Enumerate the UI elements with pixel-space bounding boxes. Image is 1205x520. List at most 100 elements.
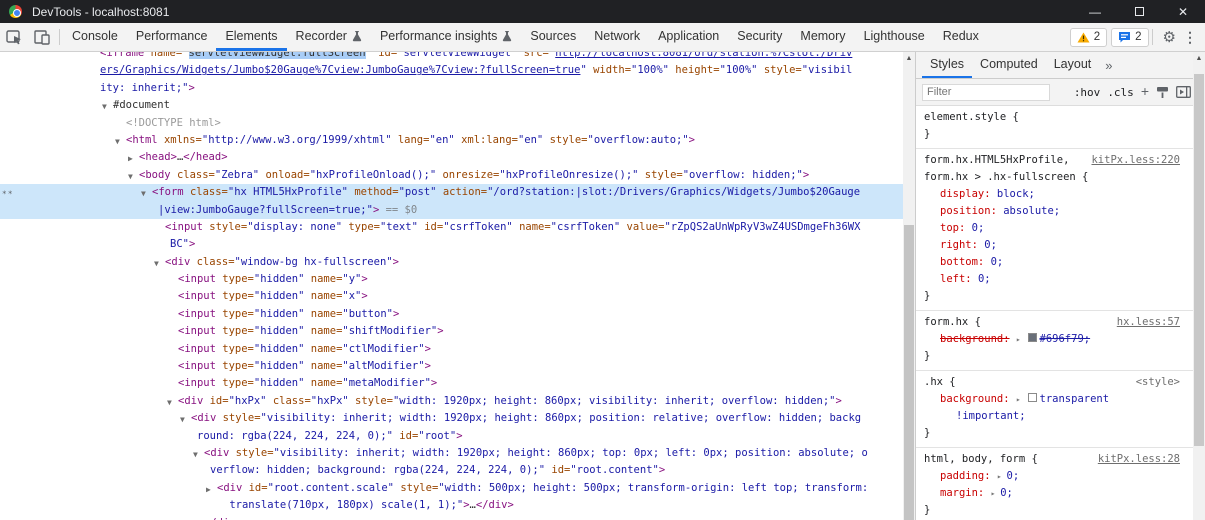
dom-scrollbar-thumb[interactable] (904, 225, 914, 520)
styles-scrollbar-thumb[interactable] (1194, 74, 1204, 446)
rule-source-link[interactable]: hx.less:57 (1117, 314, 1180, 331)
tab-layout[interactable]: Layout (1046, 52, 1100, 78)
expand-value-arrow-icon[interactable]: ▸ (997, 472, 1007, 481)
rule-selector-row[interactable]: element.style { (924, 109, 1180, 126)
tab-network[interactable]: Network (585, 23, 649, 51)
dom-line[interactable]: ▼<div style="visibility: inherit; width:… (0, 410, 903, 427)
dom-line[interactable]: <input type="hidden" name="x"> (0, 288, 903, 305)
expand-arrow-icon[interactable]: ▶ (128, 150, 133, 167)
collapse-arrow-icon[interactable]: ▼ (180, 411, 185, 428)
dom-line[interactable]: verflow: hidden; background: rgba(224, 2… (0, 462, 903, 479)
css-property[interactable]: top: 0; (924, 220, 1180, 237)
css-property[interactable]: left: 0; (924, 271, 1180, 288)
rule-selector-row[interactable]: html, body, form {kitPx.less:28 (924, 451, 1180, 468)
collapse-arrow-icon[interactable]: ▼ (167, 394, 172, 411)
expand-value-arrow-icon[interactable]: ▸ (991, 489, 1001, 498)
css-property[interactable]: margin: ▸ 0; (924, 485, 1180, 502)
rule-selector-row[interactable]: .hx {<style> (924, 374, 1180, 391)
tab-elements[interactable]: Elements (216, 23, 286, 51)
dom-line[interactable]: <input type="hidden" name="metaModifier"… (0, 375, 903, 392)
tab-recorder[interactable]: Recorder (287, 23, 371, 51)
computed-sidebar-toggle-icon[interactable] (1176, 86, 1191, 98)
collapse-arrow-icon[interactable]: ▼ (193, 446, 198, 463)
dom-line[interactable]: ▼<html xmlns="http://www.w3.org/1999/xht… (0, 132, 903, 149)
dom-line[interactable]: <input type="hidden" name="y"> (0, 271, 903, 288)
warnings-badge[interactable]: 2 (1070, 28, 1107, 47)
collapse-arrow-icon[interactable]: ▼ (154, 255, 159, 272)
scroll-up-arrow-icon[interactable]: ▲ (903, 52, 915, 65)
expand-arrow-icon[interactable]: ▶ (206, 481, 211, 498)
rule-selector-row[interactable]: form.hx > .hx-fullscreen { (924, 169, 1180, 186)
css-property[interactable]: right: 0; (924, 237, 1180, 254)
scroll-up-arrow-icon[interactable]: ▲ (1193, 52, 1205, 65)
dom-line[interactable]: <input type="hidden" name="ctlModifier"> (0, 341, 903, 358)
collapse-arrow-icon[interactable]: ▼ (141, 185, 146, 202)
collapse-arrow-icon[interactable]: ▼ (115, 133, 120, 150)
dom-line[interactable]: <input type="hidden" name="shiftModifier… (0, 323, 903, 340)
rule-selector-row[interactable]: form.hx.HTML5HxProfile,kitPx.less:220 (924, 152, 1180, 169)
dom-line[interactable]: ▼<div style="visibility: inherit; width:… (0, 445, 903, 462)
color-swatch[interactable] (1028, 393, 1037, 402)
rule-source-link[interactable]: kitPx.less:220 (1091, 152, 1180, 169)
tab-performance-insights[interactable]: Performance insights (371, 23, 521, 51)
dom-line[interactable]: ▶<head>…</head> (0, 149, 903, 166)
dom-line[interactable]: </div> (0, 515, 903, 520)
dom-panel-scrollbar[interactable]: ▲ (903, 52, 915, 520)
tab-performance[interactable]: Performance (127, 23, 217, 51)
css-property[interactable]: background: ▸ transparent (924, 391, 1180, 408)
css-property[interactable]: background: ▸ #696f79; (924, 331, 1180, 348)
dom-line[interactable]: ▼<div id="hxPx" class="hxPx" style="widt… (0, 393, 903, 410)
color-swatch[interactable] (1028, 333, 1037, 342)
element-classes-button[interactable]: .cls (1107, 86, 1134, 99)
dom-line[interactable]: translate(710px, 180px) scale(1, 1);">…<… (0, 497, 903, 514)
dom-line[interactable]: <iframe name="servletViewWidget:fullScre… (0, 52, 903, 62)
messages-badge[interactable]: 2 (1111, 28, 1148, 47)
dom-line[interactable]: <input type="hidden" name="altModifier"> (0, 358, 903, 375)
dom-line[interactable]: <input type="hidden" name="button"> (0, 306, 903, 323)
dom-line[interactable]: <input style="display: none" type="text"… (0, 219, 903, 236)
close-button[interactable]: ✕ (1161, 0, 1205, 23)
maximize-button[interactable] (1117, 0, 1161, 23)
css-property[interactable]: padding: ▸ 0; (924, 468, 1180, 485)
inspect-element-button[interactable] (0, 23, 28, 51)
expand-value-arrow-icon[interactable]: ▸ (1016, 395, 1026, 404)
css-property[interactable]: bottom: 0; (924, 254, 1180, 271)
expand-value-arrow-icon[interactable]: ▸ (1016, 335, 1026, 344)
paint-roller-icon[interactable] (1156, 86, 1169, 99)
dom-line[interactable]: ▶<div id="root.content.scale" style="wid… (0, 480, 903, 497)
tab-lighthouse[interactable]: Lighthouse (855, 23, 934, 51)
style-filter-input[interactable] (922, 84, 1050, 101)
styles-panel-scrollbar[interactable]: ▲ (1193, 52, 1205, 520)
dom-line[interactable]: round: rgba(224, 224, 224, 0);" id="root… (0, 428, 903, 445)
dom-line[interactable]: ▼<div class="window-bg hx-fullscreen"> (0, 254, 903, 271)
css-property[interactable]: position: absolute; (924, 203, 1180, 220)
tab-computed[interactable]: Computed (972, 52, 1046, 78)
collapse-arrow-icon[interactable]: ▼ (128, 168, 133, 185)
dom-line[interactable]: ity: inherit;"> (0, 80, 903, 97)
tab-memory[interactable]: Memory (791, 23, 854, 51)
tab-redux[interactable]: Redux (934, 23, 988, 51)
dom-line[interactable]: ▼#document (0, 97, 903, 114)
minimize-button[interactable]: — (1073, 0, 1117, 23)
dom-line[interactable]: BC"> (0, 236, 903, 253)
new-style-rule-button[interactable]: + (1141, 83, 1149, 99)
tab-sources[interactable]: Sources (521, 23, 585, 51)
settings-gear-icon[interactable]: ⚙ (1163, 28, 1176, 46)
rule-selector-row[interactable]: form.hx {hx.less:57 (924, 314, 1180, 331)
css-property[interactable]: display: block; (924, 186, 1180, 203)
rule-source-link[interactable]: kitPx.less:28 (1098, 451, 1180, 468)
tab-security[interactable]: Security (728, 23, 791, 51)
dom-line[interactable]: ∗∗▼<form class="hx HTML5HxProfile" metho… (0, 184, 903, 201)
dom-line[interactable]: ers/Graphics/Widgets/Jumbo$20Gauge%7Cvie… (0, 62, 903, 79)
tab-console[interactable]: Console (63, 23, 127, 51)
dom-line[interactable]: ▼<body class="Zebra" onload="hxProfileOn… (0, 167, 903, 184)
kebab-menu-icon[interactable]: ⋮ (1183, 29, 1197, 46)
collapse-arrow-icon[interactable]: ▼ (102, 98, 107, 115)
tab-application[interactable]: Application (649, 23, 728, 51)
toggle-element-state-button[interactable]: :hov (1074, 86, 1101, 99)
more-tabs-icon[interactable]: » (1099, 52, 1118, 78)
toggle-device-toolbar-button[interactable] (28, 23, 56, 51)
dom-line[interactable]: <!DOCTYPE html> (0, 115, 903, 132)
tab-styles[interactable]: Styles (922, 52, 972, 78)
dom-line[interactable]: |view:JumboGauge?fullScreen=true;"> == $… (0, 202, 903, 219)
